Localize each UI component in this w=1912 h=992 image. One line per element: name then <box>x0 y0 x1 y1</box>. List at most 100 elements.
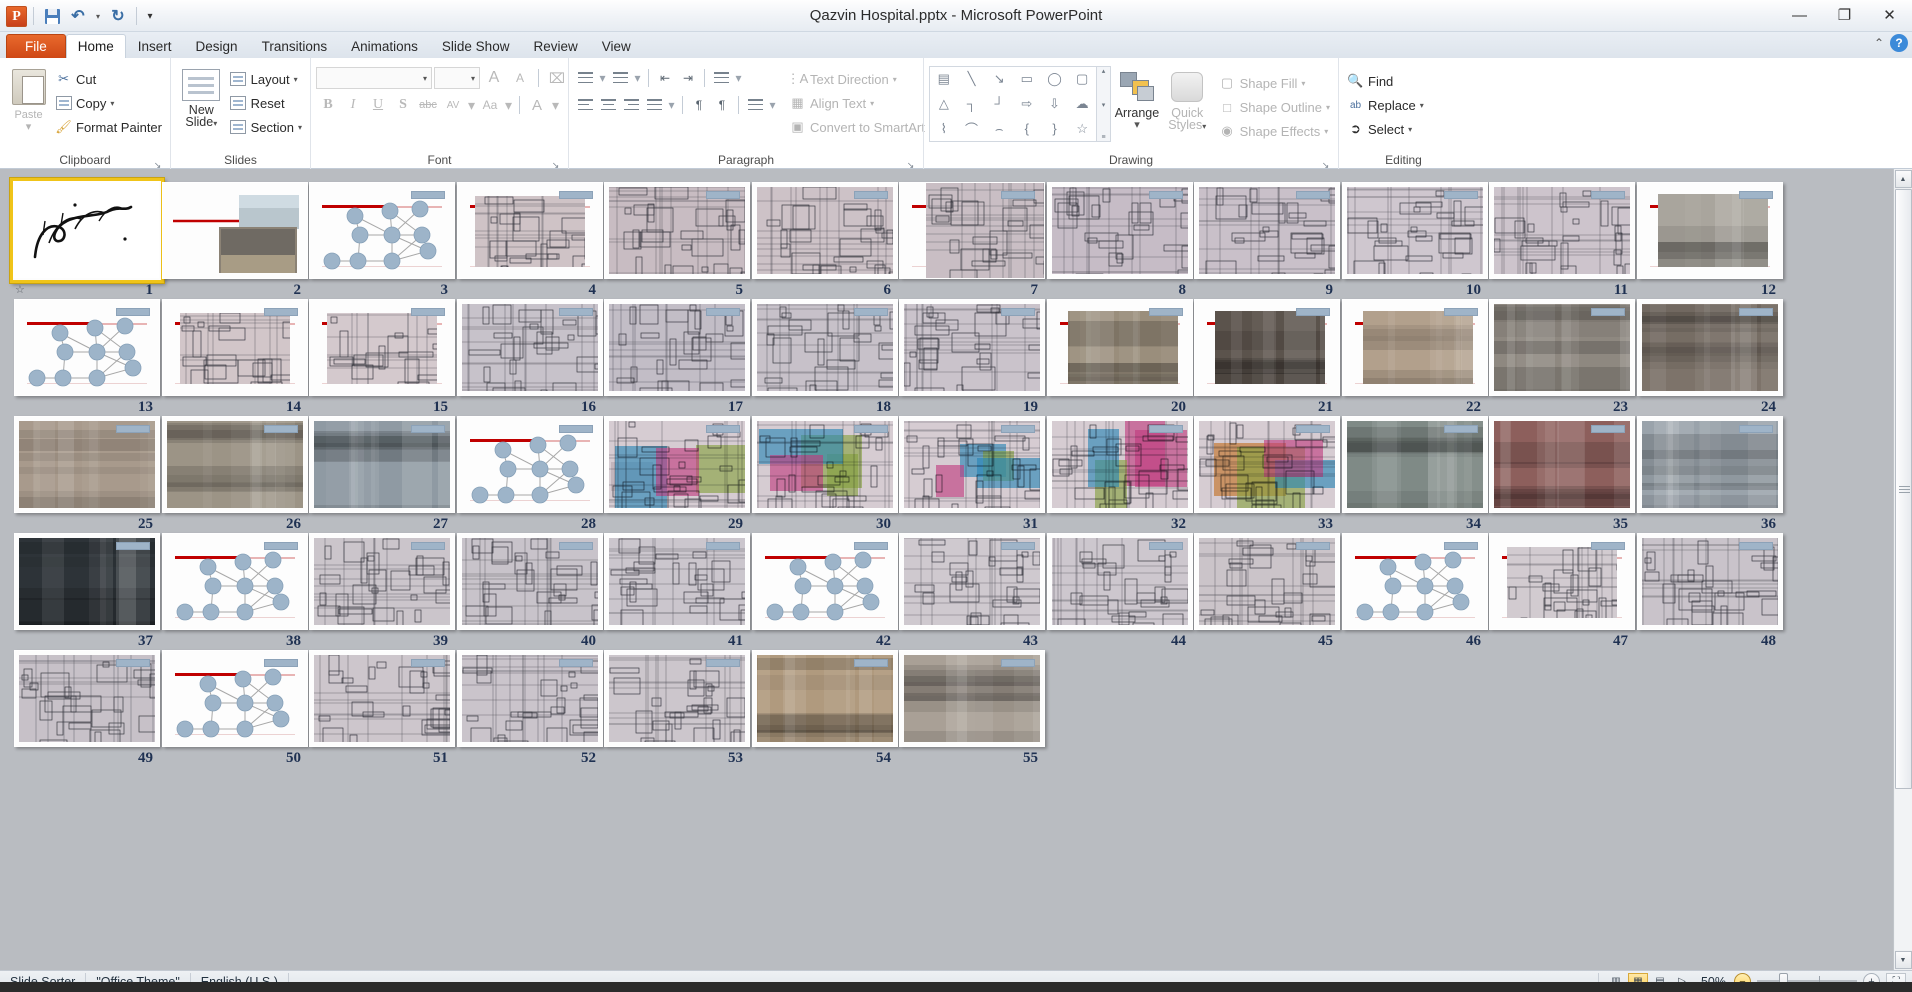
slide-thumbnail-cell[interactable]: 26 <box>162 416 308 533</box>
shape-rounded-rect-icon[interactable]: ▢ <box>1068 67 1096 92</box>
tab-view[interactable]: View <box>590 34 643 58</box>
slide-thumbnail-cell[interactable]: 9 <box>1194 182 1340 299</box>
shape-elbow-arrow-icon[interactable]: ┘ <box>985 92 1013 117</box>
slide-thumbnail-cell[interactable]: 28 <box>457 416 603 533</box>
slide-thumbnail[interactable] <box>1194 533 1340 630</box>
reset-button[interactable]: Reset <box>227 91 305 115</box>
slide-thumbnail-cell[interactable]: 43 <box>899 533 1045 650</box>
clipboard-dialog-launcher[interactable]: ↘ <box>152 157 163 170</box>
shape-fill-button[interactable]: ▢ Shape Fill ▾ <box>1216 71 1333 95</box>
slide-thumbnail-cell[interactable]: 24 <box>1637 299 1783 416</box>
copy-caret-icon[interactable]: ▾ <box>110 99 114 108</box>
new-slide-caret-icon[interactable]: ▾ <box>213 119 217 128</box>
character-spacing-button[interactable]: AV <box>441 94 465 116</box>
format-painter-button[interactable]: 🖌 Format Painter <box>52 115 165 139</box>
collapse-ribbon-icon[interactable]: ⌃ <box>1874 36 1884 50</box>
slide-thumbnail-cell[interactable]: 47 <box>1489 533 1635 650</box>
slide-thumbnail[interactable] <box>1342 182 1488 279</box>
shape-outline-button[interactable]: □ Shape Outline ▾ <box>1216 95 1333 119</box>
text-direction-button[interactable]: ⋮A Text Direction ▾ <box>786 67 936 91</box>
section-caret-icon[interactable]: ▾ <box>298 123 302 132</box>
shapes-gallery[interactable]: ▤ ╲ ↘ ▭ ◯ ▢ △ ┐ ┘ ⇨ ⇩ ☁ ⌇ ⌒ ⌢ {} ☆ <box>929 66 1097 142</box>
slide-thumbnail-cell[interactable]: 42 <box>752 533 898 650</box>
strikethrough-button[interactable]: abc <box>416 94 440 116</box>
slide-thumbnail[interactable] <box>752 650 898 747</box>
slide-thumbnail[interactable] <box>1047 533 1193 630</box>
tab-transitions[interactable]: Transitions <box>250 34 340 58</box>
restore-button[interactable]: ❐ <box>1822 0 1867 30</box>
shape-curve-icon[interactable]: ⌒ <box>958 116 986 141</box>
slide-thumbnail-cell[interactable]: 35 <box>1489 416 1635 533</box>
slide-thumbnail-cell[interactable]: 41 <box>604 533 750 650</box>
ribbon-tabs[interactable]: File Home Insert Design Transitions Anim… <box>0 32 1912 58</box>
cut-button[interactable]: ✂ Cut <box>52 67 165 91</box>
slide-thumbnail[interactable] <box>1047 182 1193 279</box>
arrange-caret-icon[interactable]: ▾ <box>1134 119 1140 131</box>
line-spacing-button[interactable] <box>710 67 732 88</box>
slide-thumbnail[interactable] <box>457 650 603 747</box>
font-color-button[interactable]: A <box>525 94 549 116</box>
convert-to-smartart-button[interactable]: ▣ Convert to SmartArt ▾ <box>786 115 936 139</box>
rtl-direction-button[interactable]: ¶ <box>711 94 733 115</box>
close-button[interactable]: ✕ <box>1867 0 1912 30</box>
shape-elbow-icon[interactable]: ┐ <box>958 92 986 117</box>
shape-outline-caret-icon[interactable]: ▾ <box>1326 103 1330 112</box>
shape-triangle-icon[interactable]: △ <box>930 92 958 117</box>
slide-thumbnail[interactable] <box>752 533 898 630</box>
slide-thumbnail[interactable] <box>162 299 308 396</box>
slide-thumbnail-cell[interactable]: 37 <box>14 533 160 650</box>
slide-thumbnail[interactable] <box>162 182 308 279</box>
slide-thumbnail[interactable] <box>899 416 1045 513</box>
slide-thumbnail-cell[interactable]: 19 <box>899 299 1045 416</box>
select-caret-icon[interactable]: ▾ <box>1408 125 1412 134</box>
slide-thumbnail[interactable] <box>457 533 603 630</box>
slide-thumbnail-cell[interactable]: 51 <box>309 650 455 767</box>
slide-thumbnail-cell[interactable]: 52 <box>457 650 603 767</box>
slide-thumbnail[interactable] <box>1194 416 1340 513</box>
character-spacing-caret-icon[interactable]: ▾ <box>466 94 477 116</box>
shape-textbox-icon[interactable]: ▤ <box>930 67 958 92</box>
slide-thumbnail-cell[interactable]: 7 <box>899 182 1045 299</box>
replace-button[interactable]: ab Replace ▾ <box>1344 93 1427 117</box>
slide-thumbnail[interactable] <box>1342 416 1488 513</box>
shapes-gallery-scrollbar[interactable]: ▴ ▾ ≡ <box>1097 66 1111 142</box>
slide-thumbnail[interactable] <box>752 182 898 279</box>
slide-thumbnail[interactable] <box>1047 299 1193 396</box>
numbering-caret-icon[interactable]: ▾ <box>632 67 643 88</box>
shape-cloud-icon[interactable]: ☁ <box>1068 92 1096 117</box>
slide-thumbnail-cell[interactable]: 55 <box>899 650 1045 767</box>
slide-thumbnail[interactable] <box>1194 299 1340 396</box>
slide-thumbnail-cell[interactable]: 18 <box>752 299 898 416</box>
slide-thumbnail-cell[interactable]: 36 <box>1637 416 1783 533</box>
columns-caret-icon[interactable]: ▾ <box>767 94 778 115</box>
slide-thumbnail[interactable] <box>1489 533 1635 630</box>
slide-thumbnail[interactable] <box>604 650 750 747</box>
tab-home[interactable]: Home <box>65 34 126 58</box>
shape-effects-button[interactable]: ◉ Shape Effects ▾ <box>1216 119 1333 143</box>
quick-styles-button[interactable]: Quick Styles▾ <box>1163 66 1212 133</box>
numbering-button[interactable] <box>609 67 631 88</box>
minimize-button[interactable]: — <box>1777 0 1822 30</box>
scroll-up-button[interactable]: ▲ <box>1894 170 1912 188</box>
slide-thumbnail-cell[interactable]: 34 <box>1342 416 1488 533</box>
slide-thumbnail-cell[interactable]: 45 <box>1194 533 1340 650</box>
ribbon-help-controls[interactable]: ⌃ ? <box>1874 34 1908 52</box>
slide-thumbnail-cell[interactable]: 10 <box>1342 182 1488 299</box>
shape-down-arrow-icon[interactable]: ⇩ <box>1041 92 1069 117</box>
slide-thumbnail-cell[interactable]: 4 <box>457 182 603 299</box>
slide-thumbnail-cell[interactable]: 17 <box>604 299 750 416</box>
slide-thumbnail[interactable] <box>457 182 603 279</box>
font-color-caret-icon[interactable]: ▾ <box>550 94 561 116</box>
tab-file[interactable]: File <box>6 34 66 58</box>
slide-thumbnail[interactable] <box>1489 182 1635 279</box>
slide-thumbnail-cell[interactable]: 53 <box>604 650 750 767</box>
slide-thumbnail[interactable] <box>309 299 455 396</box>
slide-thumbnail[interactable] <box>899 533 1045 630</box>
font-dialog-launcher[interactable]: ↘ <box>550 157 561 170</box>
align-text-button[interactable]: ▦ Align Text ▾ <box>786 91 936 115</box>
copy-button[interactable]: Copy ▾ <box>52 91 165 115</box>
shape-arrow-icon[interactable]: ↘ <box>985 67 1013 92</box>
slide-thumbnail-cell[interactable]: 20 <box>1047 299 1193 416</box>
slide-thumbnail[interactable] <box>14 299 160 396</box>
slide-thumbnail[interactable] <box>604 182 750 279</box>
